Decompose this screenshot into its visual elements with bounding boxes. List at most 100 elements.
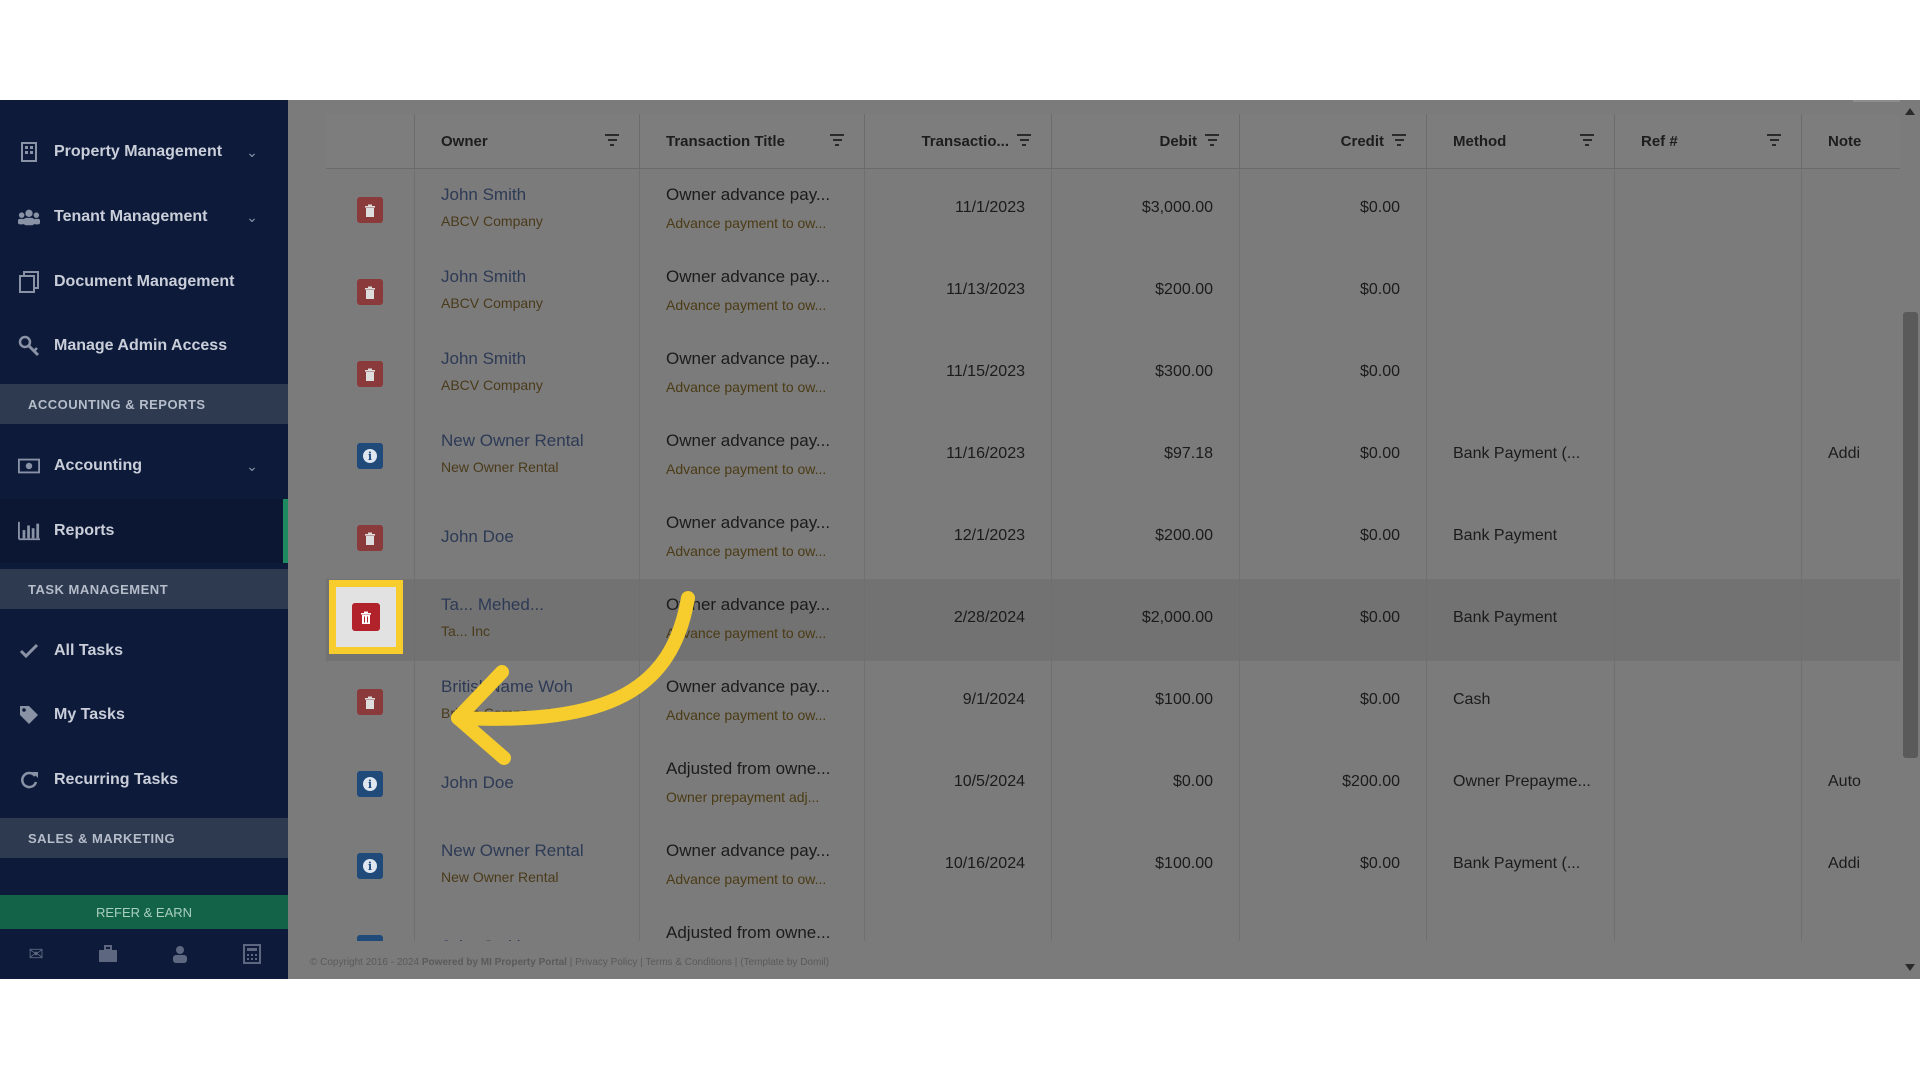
- column-header-credit[interactable]: Credit: [1240, 114, 1427, 168]
- trash-icon[interactable]: [357, 197, 383, 223]
- trash-icon[interactable]: [357, 361, 383, 387]
- transaction-subtitle: Advance payment to ow...: [666, 871, 827, 887]
- table-row[interactable]: John Smith ABCV Company Owner advance pay.…: [326, 251, 1920, 334]
- info-icon[interactable]: i: [357, 935, 383, 941]
- table-row[interactable]: John Smith ABCV Company Owner advance pay.…: [326, 169, 1920, 252]
- chevron-down-icon: ⌄: [246, 457, 258, 474]
- sidebar-item-document-management[interactable]: Document Management: [0, 250, 288, 314]
- trash-icon[interactable]: [357, 689, 383, 715]
- owner-cell[interactable]: John Smith ABCV Company: [415, 251, 640, 333]
- vertical-scrollbar[interactable]: [1900, 100, 1920, 979]
- column-header-ref[interactable]: Ref #: [1615, 114, 1802, 168]
- table-row[interactable]: i New Owner Rental New Owner Rental Owner a…: [326, 415, 1920, 498]
- tag-icon: [18, 704, 40, 726]
- highlighted-delete-button[interactable]: [329, 580, 403, 654]
- trash-icon[interactable]: [357, 279, 383, 305]
- transaction-date-cell: 2/28/2024: [865, 579, 1052, 661]
- filter-icon[interactable]: [1767, 134, 1781, 146]
- filter-icon[interactable]: [1205, 134, 1219, 146]
- footer-terms-link[interactable]: Terms & Conditions: [645, 957, 732, 968]
- transactions-table: Owner Transaction Title Transactio... De…: [326, 114, 1920, 941]
- user-icon[interactable]: [165, 939, 195, 969]
- column-header-transaction-date[interactable]: Transactio...: [865, 114, 1052, 168]
- payment-method: Bank Payment: [1453, 609, 1558, 626]
- filter-icon[interactable]: [1017, 134, 1031, 146]
- action-cell: i: [326, 743, 415, 825]
- info-icon[interactable]: i: [357, 443, 383, 469]
- ref-cell: [1615, 661, 1802, 743]
- transaction-title: Owner advance pay...: [666, 841, 831, 860]
- sidebar-item-accounting[interactable]: Accounting ⌄: [0, 434, 288, 498]
- trash-icon[interactable]: [357, 525, 383, 551]
- table-row[interactable]: John Doe Owner advance pay... Advance paym…: [326, 497, 1920, 580]
- owner-name[interactable]: New Owner Rental: [441, 841, 584, 861]
- transaction-date-cell: 11/13/2023: [865, 251, 1052, 333]
- owner-name[interactable]: John Smith: [441, 937, 526, 941]
- scrollbar-thumb[interactable]: [1903, 312, 1918, 758]
- sidebar-item-reports[interactable]: Reports: [0, 499, 288, 563]
- transaction-date-cell: 10/5/2024: [865, 743, 1052, 825]
- footer: © Copyright 2016 - 2024 Powered by MI Pr…: [310, 957, 830, 968]
- ref-cell: [1615, 415, 1802, 497]
- briefcase-icon[interactable]: [93, 939, 123, 969]
- owner-cell[interactable]: John Smith ABCV Company: [415, 333, 640, 415]
- owner-cell[interactable]: John Smith ABCV Company: [415, 169, 640, 251]
- scroll-down-icon[interactable]: [1905, 964, 1915, 971]
- transaction-date-cell: 9/1/2024: [865, 661, 1052, 743]
- owner-name[interactable]: New Owner Rental: [441, 431, 584, 451]
- column-header-transaction-title[interactable]: Transaction Title: [640, 114, 865, 168]
- column-header-method[interactable]: Method: [1427, 114, 1615, 168]
- sidebar-item-recurring-tasks[interactable]: Recurring Tasks: [0, 748, 288, 812]
- owner-name[interactable]: John Smith: [441, 185, 526, 205]
- section-header-task-management: TASK MANAGEMENT: [0, 569, 288, 609]
- owner-name[interactable]: John Smith: [441, 349, 526, 369]
- filter-icon[interactable]: [1392, 134, 1406, 146]
- filter-icon[interactable]: [605, 134, 619, 146]
- transaction-date: 10/5/2024: [953, 773, 1025, 790]
- sidebar-item-my-tasks[interactable]: My Tasks: [0, 683, 288, 747]
- column-header-debit[interactable]: Debit: [1052, 114, 1240, 168]
- owner-cell[interactable]: New Owner Rental New Owner Rental: [415, 825, 640, 907]
- method-cell: [1427, 333, 1615, 415]
- filter-icon[interactable]: [1580, 134, 1594, 146]
- building-icon: [18, 141, 40, 163]
- footer-powered-link[interactable]: Powered by MI Property Portal: [422, 957, 567, 968]
- transaction-subtitle: Advance payment to ow...: [666, 215, 827, 231]
- transaction-title: Owner advance pay...: [666, 431, 831, 450]
- info-icon[interactable]: i: [357, 853, 383, 879]
- debit-cell: [1052, 907, 1240, 941]
- refresh-icon: [18, 769, 40, 791]
- sidebar-item-tenant-management[interactable]: Tenant Management ⌄: [0, 185, 288, 249]
- debit-amount: $2,000.00: [1141, 609, 1213, 626]
- table-row[interactable]: i John Smith Adjusted from owne...: [326, 907, 1920, 941]
- credit-amount: $0.00: [1359, 691, 1400, 708]
- owner-name[interactable]: John Smith: [441, 267, 526, 287]
- envelope-icon[interactable]: ✉: [21, 939, 51, 969]
- sidebar-item-property-management[interactable]: Property Management ⌄: [0, 120, 288, 184]
- sidebar-item-label: Tenant Management: [54, 208, 208, 225]
- sidebar-item-label: All Tasks: [54, 642, 124, 659]
- info-icon[interactable]: i: [357, 771, 383, 797]
- refer-and-earn-button[interactable]: REFER & EARN: [0, 895, 288, 929]
- owner-name[interactable]: John Doe: [441, 527, 514, 547]
- footer-privacy-link[interactable]: Privacy Policy: [575, 957, 637, 968]
- sidebar-item-all-tasks[interactable]: All Tasks: [0, 619, 288, 683]
- calculator-icon[interactable]: [237, 939, 267, 969]
- trash-icon[interactable]: [352, 603, 380, 631]
- owner-cell[interactable]: John Doe: [415, 497, 640, 579]
- owner-cell[interactable]: New Owner Rental New Owner Rental: [415, 415, 640, 497]
- sidebar-item-manage-admin-access[interactable]: Manage Admin Access: [0, 314, 288, 378]
- column-header-owner[interactable]: Owner: [415, 114, 640, 168]
- owner-cell[interactable]: John Smith: [415, 907, 640, 941]
- scroll-up-icon[interactable]: [1905, 108, 1915, 115]
- users-icon: [18, 206, 40, 228]
- transaction-title: Owner advance pay...: [666, 185, 831, 204]
- sidebar-item-label: Manage Admin Access: [54, 337, 228, 354]
- action-cell: i: [326, 415, 415, 497]
- credit-amount: $0.00: [1359, 609, 1400, 626]
- action-cell: [326, 169, 415, 251]
- filter-icon[interactable]: [830, 134, 844, 146]
- table-row[interactable]: i New Owner Rental New Owner Rental Owner a…: [326, 825, 1920, 908]
- sidebar-item-label: Property Management: [54, 143, 223, 160]
- table-row[interactable]: John Smith ABCV Company Owner advance pay.…: [326, 333, 1920, 416]
